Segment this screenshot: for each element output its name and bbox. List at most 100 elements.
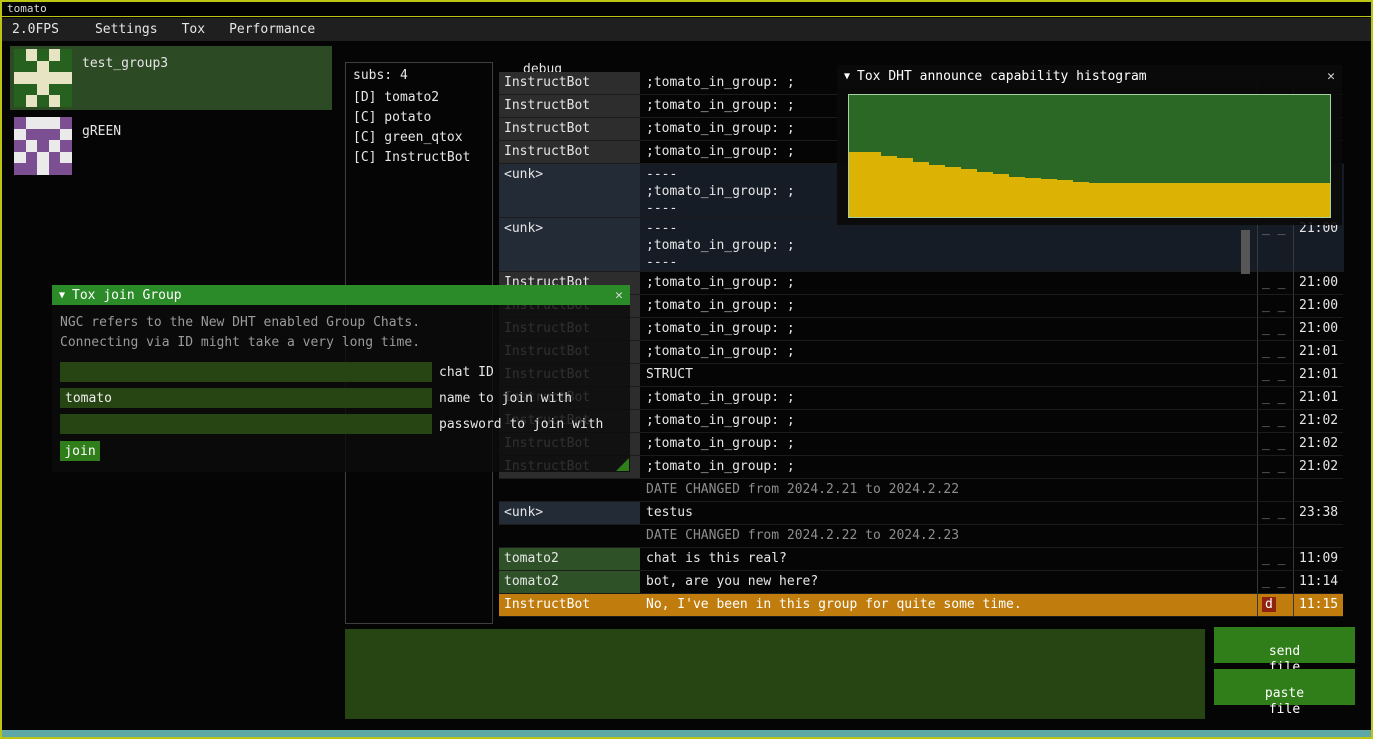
histogram-bar <box>1122 183 1138 217</box>
histogram-bar <box>1282 183 1298 217</box>
subs-member[interactable]: [C] InstructBot <box>346 148 492 168</box>
bottom-strip <box>2 730 1371 737</box>
send-file-button[interactable]: send file <box>1214 627 1355 663</box>
histogram-bar <box>1250 183 1266 217</box>
histogram-bar <box>929 165 945 217</box>
join-window-titlebar[interactable]: ▼ Tox join Group ✕ <box>52 285 630 305</box>
timestamp: 21:00 <box>1293 318 1343 341</box>
window-title: tomato <box>7 2 47 15</box>
delivery-marks: _ _ <box>1257 387 1293 410</box>
delivery-marks: _ _ <box>1257 272 1293 295</box>
timestamp: 23:38 <box>1293 502 1343 525</box>
sender-name: InstructBot <box>499 594 640 617</box>
histogram-window-title: Tox DHT announce capability histogram <box>857 69 1320 84</box>
join-field-row: chat ID <box>60 362 622 382</box>
sender-name: <unk> <box>499 502 640 525</box>
join-fields: chat ID name to join with password to join… <box>60 362 622 434</box>
histogram-plot <box>848 94 1331 218</box>
subs-member[interactable]: [C] potato <box>346 108 492 128</box>
histogram-window-body <box>837 87 1342 225</box>
histogram-bar <box>1234 183 1250 217</box>
join-button[interactable]: join <box>60 441 100 461</box>
histogram-bar <box>945 167 961 217</box>
subs-member[interactable]: [D] tomato2 <box>346 88 492 108</box>
histogram-bar <box>977 172 993 217</box>
sender-name: <unk> <box>499 164 640 218</box>
message-text: ;tomato_in_group: ; <box>640 410 1257 433</box>
histogram-bar <box>1154 183 1170 217</box>
sender-name: InstructBot <box>499 118 640 141</box>
menu-item-settings[interactable]: Settings <box>83 22 170 37</box>
timestamp: 21:00 <box>1293 295 1343 318</box>
timestamp: 21:02 <box>1293 433 1343 456</box>
histogram-window-titlebar[interactable]: ▼ Tox DHT announce capability histogram … <box>837 65 1342 87</box>
group-item-gREEN[interactable]: gREEN <box>10 114 332 178</box>
chat-id-input[interactable] <box>60 362 432 382</box>
timestamp: 21:02 <box>1293 456 1343 479</box>
delivery-marks: _ _ <box>1257 548 1293 571</box>
join-window-collapse-icon[interactable]: ▼ <box>59 290 65 301</box>
delivery-marks: _ _ <box>1257 218 1293 272</box>
message-text: ;tomato_in_group: ; <box>640 341 1257 364</box>
subs-member[interactable]: [C] green_qtox <box>346 128 492 148</box>
message-text: ;tomato_in_group: ; <box>640 387 1257 410</box>
histogram-bar <box>913 162 929 217</box>
histogram-bar <box>1218 183 1234 217</box>
histogram-bar <box>1025 178 1041 217</box>
name-to-join-with-input[interactable] <box>60 388 432 408</box>
histogram-collapse-icon[interactable]: ▼ <box>844 71 850 82</box>
timestamp: 11:15 <box>1293 594 1343 617</box>
join-field-row: name to join with <box>60 388 622 408</box>
message-text: testus <box>640 502 1257 525</box>
delivery-marks: _ _ <box>1257 341 1293 364</box>
histogram-bars <box>849 95 1330 217</box>
delivery-marks: _ _ <box>1257 295 1293 318</box>
message-input[interactable] <box>345 629 1205 719</box>
histogram-bar <box>1009 177 1025 217</box>
window-titlebar[interactable]: tomato <box>2 2 1371 17</box>
histogram-close-icon[interactable]: ✕ <box>1327 69 1335 84</box>
message-text: ;tomato_in_group: ; <box>640 295 1257 318</box>
chat-message-row: <unk>testus_ _23:38 <box>499 502 1344 525</box>
timestamp <box>1293 479 1343 502</box>
group-name: gREEN <box>82 124 121 139</box>
histogram-bar <box>1041 179 1057 217</box>
join-field-label: name to join with <box>439 391 572 406</box>
message-text: ;tomato_in_group: ; <box>640 456 1257 479</box>
histogram-bar <box>1057 180 1073 217</box>
delivery-marks: _ _ <box>1257 410 1293 433</box>
histogram-bar <box>1089 183 1105 217</box>
menu-item-tox[interactable]: Tox <box>170 22 217 37</box>
sender-name: tomato2 <box>499 548 640 571</box>
timestamp: 21:00 <box>1293 272 1343 295</box>
message-text: ;tomato_in_group: ; <box>640 272 1257 295</box>
menu-item-performance[interactable]: Performance <box>217 22 327 37</box>
join-window-body: NGC refers to the New DHT enabled Group … <box>52 305 630 472</box>
message-text: DATE CHANGED from 2024.2.22 to 2024.2.23 <box>640 525 1257 548</box>
timestamp: 21:00 <box>1293 218 1343 272</box>
message-text: bot, are you new here? <box>640 571 1257 594</box>
subs-list: [D] tomato2[C] potato[C] green_qtox[C] I… <box>346 88 492 168</box>
delivery-marks: _ _ <box>1257 364 1293 387</box>
password-to-join-with-input[interactable] <box>60 414 432 434</box>
delivery-marks: _ _ <box>1257 571 1293 594</box>
join-window-close-icon[interactable]: ✕ <box>615 288 623 303</box>
unread-badge: d <box>1262 597 1276 612</box>
histogram-bar <box>849 152 865 217</box>
fps-indicator: 2.0FPS <box>2 22 69 37</box>
paste-file-button[interactable]: paste file <box>1214 669 1355 705</box>
histogram-bar <box>1202 183 1218 217</box>
histogram-bar <box>1298 183 1314 217</box>
histogram-bar <box>1106 183 1122 217</box>
sender-name: InstructBot <box>499 72 640 95</box>
delivery-marks <box>1257 479 1293 502</box>
join-window-resize-grip[interactable] <box>616 458 629 471</box>
group-item-test_group3[interactable]: test_group3 <box>10 46 332 110</box>
join-field-label: password to join with <box>439 417 603 432</box>
delivery-marks <box>1257 525 1293 548</box>
chat-message-row: tomato2bot, are you new here?_ _11:14 <box>499 571 1344 594</box>
sender-name: InstructBot <box>499 95 640 118</box>
timestamp: 21:01 <box>1293 387 1343 410</box>
chat-scrollbar-thumb[interactable] <box>1241 230 1250 274</box>
histogram-bar <box>897 158 913 217</box>
